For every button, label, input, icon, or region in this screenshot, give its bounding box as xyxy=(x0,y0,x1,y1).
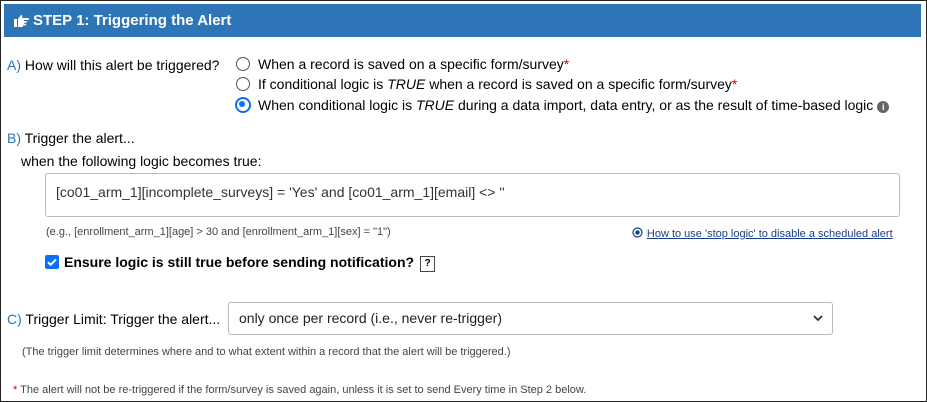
section-a-question: How will this alert be triggered? xyxy=(24,57,220,73)
footnote: * The alert will not be re-triggered if … xyxy=(13,384,586,396)
radio-dot-icon xyxy=(632,227,643,238)
required-asterisk: * xyxy=(563,56,570,72)
section-b-title: Trigger the alert... xyxy=(24,130,135,146)
hand-pointing-right-icon xyxy=(14,15,29,27)
trigger-option-logic-any-label[interactable]: When conditional logic is TRUE during a … xyxy=(258,97,890,113)
info-icon[interactable]: i xyxy=(877,101,890,113)
ensure-logic-checkbox[interactable] xyxy=(45,255,59,269)
trigger-option-form-save-label[interactable]: When a record is saved on a specific for… xyxy=(258,56,569,72)
trigger-option-form-save-radio[interactable] xyxy=(236,57,250,71)
required-asterisk: * xyxy=(731,76,738,92)
trigger-limit-value: only once per record (i.e., never re-tri… xyxy=(239,310,502,326)
logic-example: (e.g., [enrollment_arm_1][age] > 30 and … xyxy=(46,226,391,238)
section-c-label: Trigger Limit: Trigger the alert... xyxy=(25,311,221,327)
trigger-option-logic-any-radio[interactable] xyxy=(235,97,251,113)
trigger-option-logic-on-save-radio[interactable] xyxy=(236,77,250,91)
trigger-limit-select[interactable]: only once per record (i.e., never re-tri… xyxy=(228,302,833,335)
section-a-heading: A) How will this alert be triggered? xyxy=(7,57,219,73)
chevron-down-icon xyxy=(813,315,823,322)
section-b-heading: B) Trigger the alert... xyxy=(7,130,135,146)
step-header: STEP 1: Triggering the Alert xyxy=(4,4,921,37)
section-b-letter: B) xyxy=(7,130,21,146)
stop-logic-link[interactable]: How to use 'stop logic' to disable a sch… xyxy=(632,224,893,240)
section-c-letter: C) xyxy=(7,311,22,327)
ensure-logic-label[interactable]: Ensure logic is still true before sendin… xyxy=(64,254,436,272)
logic-input[interactable]: [co01_arm_1][incomplete_surveys] = 'Yes'… xyxy=(45,173,900,217)
footnote-asterisk: * xyxy=(13,384,18,396)
help-icon[interactable]: ? xyxy=(420,256,436,272)
footnote-text: The alert will not be re-triggered if th… xyxy=(20,384,587,396)
section-c-heading: C) Trigger Limit: Trigger the alert... xyxy=(7,311,220,327)
logic-subtitle: when the following logic becomes true: xyxy=(21,153,262,169)
trigger-limit-note: (The trigger limit determines where and … xyxy=(22,346,511,358)
trigger-option-logic-on-save-label[interactable]: If conditional logic is TRUE when a reco… xyxy=(258,76,737,92)
step-title: STEP 1: Triggering the Alert xyxy=(33,12,232,29)
section-a-letter: A) xyxy=(7,57,21,73)
checkmark-icon xyxy=(47,258,57,267)
